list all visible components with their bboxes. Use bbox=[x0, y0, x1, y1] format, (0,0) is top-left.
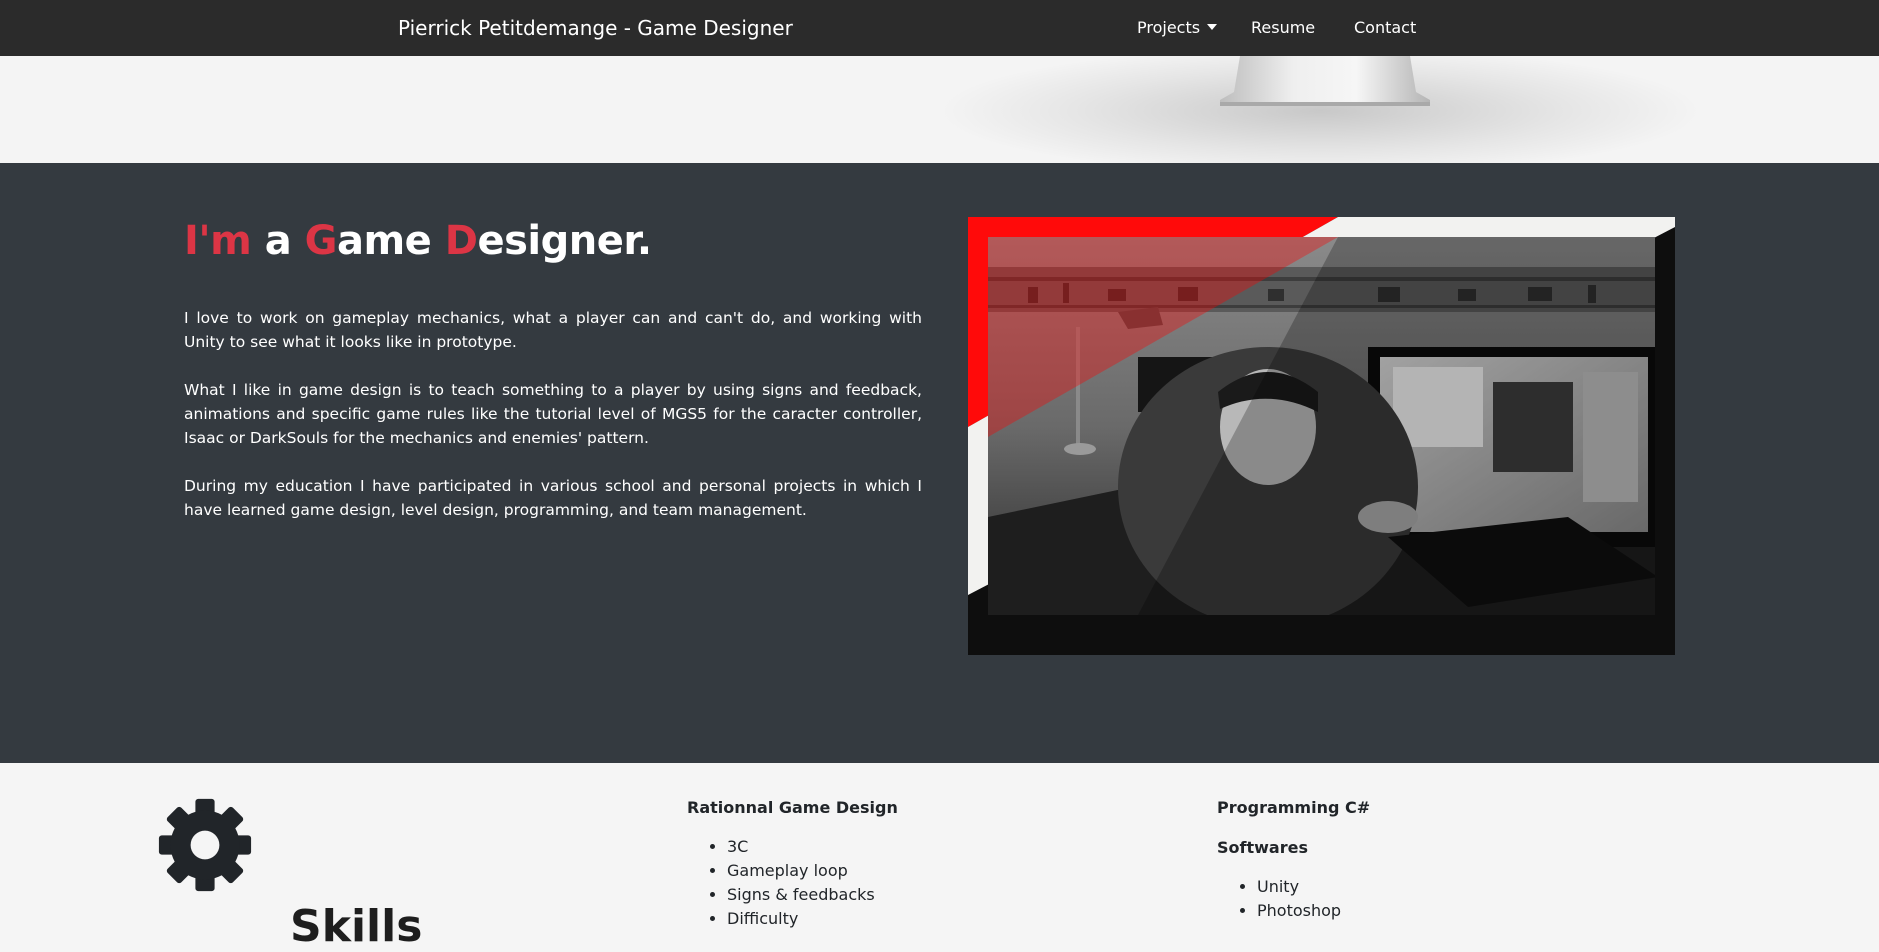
about-paragraph: I love to work on gameplay mechanics, wh… bbox=[184, 309, 922, 351]
skill-item: Unity bbox=[1257, 875, 1341, 899]
headline-part: esigner. bbox=[477, 218, 652, 264]
caret-down-icon bbox=[1207, 24, 1218, 30]
skill-list-game-design: 3C Gameplay loop Signs & feedbacks Diffi… bbox=[688, 835, 875, 931]
hero-bottom-strip bbox=[0, 56, 1879, 163]
about-section: I'm a Game Designer. I love to work on g… bbox=[0, 163, 1879, 763]
headline-part: D bbox=[444, 218, 478, 264]
gear-icon bbox=[158, 798, 252, 892]
headline-part: G bbox=[304, 218, 338, 264]
skill-item: Signs & feedbacks bbox=[727, 883, 875, 907]
headline-part: ame bbox=[337, 218, 445, 264]
profile-photo bbox=[968, 217, 1675, 655]
monitor-stand-image bbox=[1220, 56, 1430, 106]
headline-part: I'm bbox=[184, 218, 252, 264]
photo-graphic bbox=[968, 217, 1675, 615]
brand-link[interactable]: Pierrick Petitdemange - Game Designer bbox=[398, 16, 793, 40]
skill-item: Difficulty bbox=[727, 907, 875, 931]
skill-item: Photoshop bbox=[1257, 899, 1341, 923]
skill-list-softwares: Unity Photoshop bbox=[1218, 875, 1341, 923]
skills-title: Skills bbox=[290, 901, 423, 952]
skill-heading: Programming C# bbox=[1217, 798, 1371, 817]
nav-projects-label: Projects bbox=[1137, 18, 1201, 37]
about-paragraph: During my education I have participated … bbox=[184, 477, 922, 519]
nav-contact-link[interactable]: Contact bbox=[1354, 18, 1416, 37]
about-headline: I'm a Game Designer. bbox=[184, 218, 652, 264]
about-paragraph: What I like in game design is to teach s… bbox=[184, 381, 922, 447]
nav-projects-dropdown[interactable]: Projects bbox=[1137, 18, 1218, 37]
skill-heading: Rationnal Game Design bbox=[687, 798, 898, 817]
headline-part: a bbox=[251, 218, 305, 264]
skill-item: 3C bbox=[727, 835, 875, 859]
navbar: Pierrick Petitdemange - Game Designer Pr… bbox=[0, 0, 1879, 56]
skills-section: Skills Rationnal Game Design 3C Gameplay… bbox=[0, 763, 1879, 952]
skill-heading: Softwares bbox=[1217, 838, 1308, 857]
skill-item: Gameplay loop bbox=[727, 859, 875, 883]
nav-resume-link[interactable]: Resume bbox=[1251, 18, 1315, 37]
